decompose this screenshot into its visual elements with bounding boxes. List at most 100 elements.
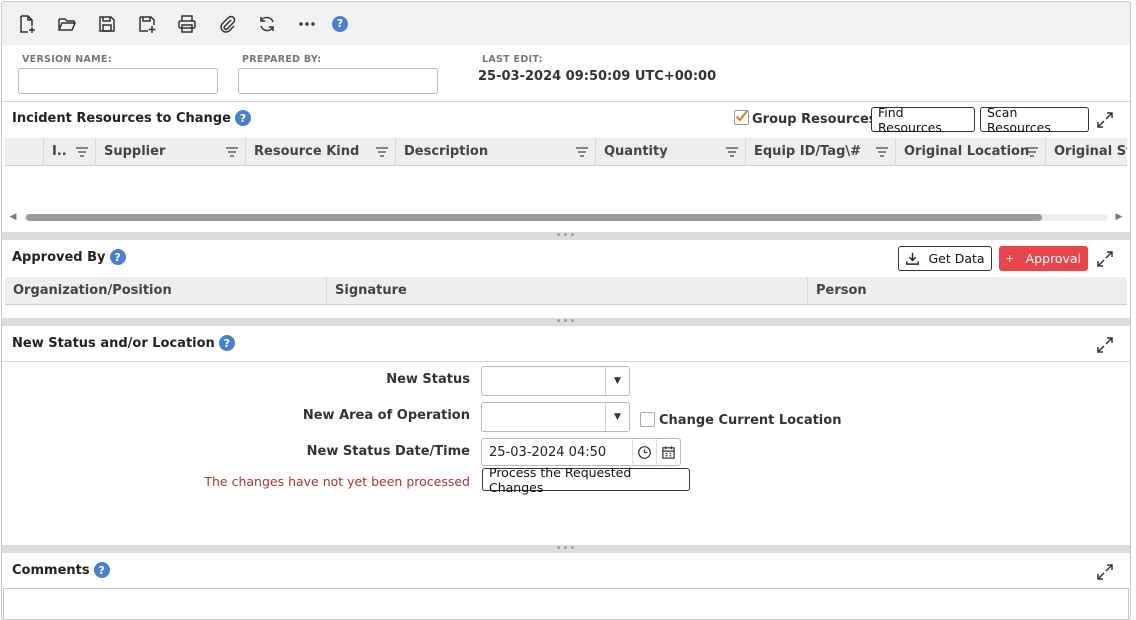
change-location-label: Change Current Location bbox=[659, 413, 842, 428]
splitter-grip-icon: ••• bbox=[555, 316, 577, 327]
more-icon bbox=[299, 21, 315, 26]
comments-title: Comments ? bbox=[12, 562, 110, 578]
clock-icon bbox=[638, 445, 651, 459]
expand-icon[interactable] bbox=[1095, 562, 1115, 582]
approved-title: Approved By ? bbox=[12, 249, 126, 265]
version-name-input[interactable] bbox=[18, 68, 218, 94]
last-edit-value: 25-03-2024 09:50:09 UTC+00:00 bbox=[478, 69, 717, 84]
filter-icon[interactable] bbox=[725, 146, 739, 158]
toolbar: ? bbox=[2, 2, 1130, 45]
scroll-thumb[interactable] bbox=[26, 214, 1042, 221]
resources-column-header[interactable]: Quantity bbox=[596, 138, 746, 165]
resources-title: Incident Resources to Change ? bbox=[12, 110, 251, 126]
approved-column-header[interactable]: Organization/Position bbox=[5, 277, 327, 304]
divider bbox=[2, 101, 1130, 102]
area-select[interactable]: ▼ bbox=[481, 402, 630, 432]
resize-splitter[interactable]: ••• bbox=[2, 316, 1130, 327]
new-document-button[interactable] bbox=[12, 9, 42, 39]
resources-column-label: Supplier bbox=[104, 144, 166, 159]
find-resources-button[interactable]: Find Resources bbox=[871, 105, 975, 135]
date-input[interactable]: 25-03-2024 04:50 bbox=[481, 438, 681, 466]
file-plus-icon bbox=[20, 14, 35, 33]
filter-icon[interactable] bbox=[575, 146, 589, 158]
checkmark-icon bbox=[735, 110, 748, 122]
scroll-right-icon[interactable]: ▶ bbox=[1114, 210, 1124, 224]
resources-column-header[interactable]: Original Location bbox=[896, 138, 1046, 165]
row-selector-column-header bbox=[5, 138, 44, 165]
comments-help-icon[interactable]: ? bbox=[93, 562, 110, 578]
resize-splitter[interactable]: ••• bbox=[2, 231, 1130, 241]
filter-icon[interactable] bbox=[375, 146, 389, 158]
approved-title-text: Approved By bbox=[12, 249, 106, 265]
new-status-select[interactable]: ▼ bbox=[481, 366, 630, 396]
open-button[interactable] bbox=[52, 9, 82, 39]
expand-icon[interactable] bbox=[1095, 110, 1115, 130]
version-name-field: VERSION NAME: bbox=[18, 54, 218, 94]
process-changes-button[interactable]: Process the Requested Changes bbox=[482, 465, 690, 495]
group-resources-checkbox[interactable] bbox=[734, 110, 749, 125]
resources-column-label: I.. bbox=[52, 144, 67, 159]
change-location-checkbox[interactable] bbox=[640, 412, 655, 427]
get-data-button[interactable]: Get Data bbox=[898, 246, 992, 271]
status-title: New Status and/or Location ? bbox=[12, 335, 235, 351]
expand-icon[interactable] bbox=[1095, 249, 1115, 269]
filter-icon[interactable] bbox=[1025, 146, 1039, 158]
area-label: New Area of Operation bbox=[302, 408, 470, 423]
app-frame: ? VERSION NAME: PREPARED BY: LAST EDIT: … bbox=[1, 1, 1131, 620]
resources-title-text: Incident Resources to Change bbox=[12, 110, 231, 126]
chevron-down-icon[interactable]: ▼ bbox=[605, 403, 629, 431]
approved-column-header[interactable]: Person bbox=[808, 277, 1127, 304]
save-icon bbox=[99, 15, 115, 32]
chevron-down-icon[interactable]: ▼ bbox=[605, 367, 629, 395]
get-data-label: Get Data bbox=[928, 251, 985, 266]
filter-icon[interactable] bbox=[875, 146, 889, 158]
refresh-button[interactable] bbox=[252, 9, 282, 39]
resources-column-header[interactable]: Equip ID/Tag\# bbox=[746, 138, 896, 165]
approved-help-icon[interactable]: ? bbox=[109, 249, 126, 265]
group-resources-label: Group Resources bbox=[752, 112, 877, 127]
scroll-left-icon[interactable]: ◀ bbox=[8, 210, 18, 224]
attach-button[interactable] bbox=[212, 9, 242, 39]
resources-column-header[interactable]: I.. bbox=[44, 138, 96, 165]
resources-horizontal-scrollbar[interactable]: ◀ ▶ bbox=[8, 210, 1124, 224]
calendar-button[interactable] bbox=[656, 439, 680, 465]
resources-help-icon[interactable]: ? bbox=[234, 110, 251, 126]
resources-column-header[interactable]: Resource Kind bbox=[246, 138, 396, 165]
help-icon[interactable]: ? bbox=[332, 15, 348, 32]
prepared-by-input[interactable] bbox=[238, 68, 438, 94]
divider bbox=[2, 361, 1130, 362]
comments-textarea[interactable] bbox=[3, 588, 1129, 619]
approval-label: Approval bbox=[1025, 251, 1081, 266]
approved-column-label: Person bbox=[816, 283, 867, 298]
scan-resources-button[interactable]: Scan Resources bbox=[980, 105, 1089, 135]
resize-splitter[interactable]: ••• bbox=[2, 544, 1130, 554]
approval-button[interactable]: Approval bbox=[999, 246, 1088, 271]
status-help-icon[interactable]: ? bbox=[218, 335, 235, 351]
resources-column-label: Quantity bbox=[604, 144, 668, 159]
status-title-text: New Status and/or Location bbox=[12, 335, 215, 351]
resources-column-label: Original Location bbox=[904, 144, 1030, 159]
clock-button[interactable] bbox=[632, 439, 656, 465]
filter-icon[interactable] bbox=[75, 146, 89, 158]
resources-column-label: Equip ID/Tag\# bbox=[754, 144, 862, 159]
expand-icon[interactable] bbox=[1095, 335, 1115, 355]
save-button[interactable] bbox=[92, 9, 122, 39]
save-plus-icon bbox=[139, 15, 156, 33]
approved-column-label: Organization/Position bbox=[13, 283, 172, 298]
more-button[interactable] bbox=[292, 9, 322, 39]
resources-column-header[interactable]: Description bbox=[396, 138, 596, 165]
resources-column-label: Original Sta bbox=[1054, 144, 1127, 159]
resources-column-header[interactable]: Supplier bbox=[96, 138, 246, 165]
save-as-button[interactable] bbox=[132, 9, 162, 39]
approved-grid-header: Organization/Position Signature Person bbox=[5, 277, 1127, 305]
print-button[interactable] bbox=[172, 9, 202, 39]
approved-column-header[interactable]: Signature bbox=[327, 277, 808, 304]
last-edit-field: LAST EDIT: 25-03-2024 09:50:09 UTC+00:00 bbox=[478, 54, 716, 84]
prepared-by-label: PREPARED BY: bbox=[242, 54, 322, 65]
resources-column-label: Resource Kind bbox=[254, 144, 360, 159]
date-value: 25-03-2024 04:50 bbox=[489, 444, 607, 460]
resources-column-header[interactable]: Original Sta bbox=[1046, 138, 1127, 165]
date-label: New Status Date/Time bbox=[306, 444, 470, 459]
filter-icon[interactable] bbox=[225, 146, 239, 158]
download-icon bbox=[906, 252, 920, 265]
